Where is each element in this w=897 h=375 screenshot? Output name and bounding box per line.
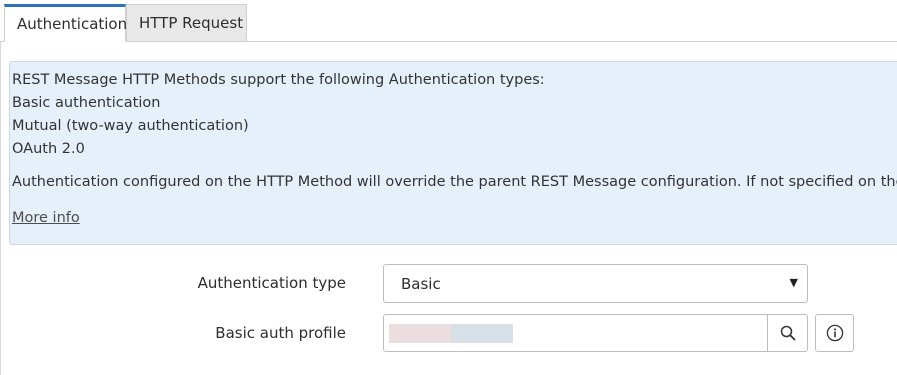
redacted-value <box>451 324 513 343</box>
info-line-intro: REST Message HTTP Methods support the fo… <box>12 72 545 88</box>
info-line-override: Authentication configured on the HTTP Me… <box>12 174 897 190</box>
lookup-button[interactable] <box>767 314 808 352</box>
tab-authentication[interactable]: Authentication <box>4 4 127 42</box>
redacted-value <box>389 324 451 343</box>
info-line-oauth: OAuth 2.0 <box>12 141 85 157</box>
basic-auth-profile-label: Basic auth profile <box>215 324 346 342</box>
auth-type-value: Basic <box>401 275 441 293</box>
preview-button[interactable] <box>815 314 854 352</box>
tab-http-request[interactable]: HTTP Request <box>126 4 247 42</box>
search-icon <box>780 325 795 341</box>
panel-border <box>0 42 1 375</box>
auth-type-label: Authentication type <box>197 274 346 292</box>
tab-divider <box>0 41 897 42</box>
more-info-link[interactable]: More info <box>12 210 80 226</box>
basic-auth-profile-input[interactable] <box>383 314 768 352</box>
info-icon <box>826 324 843 342</box>
caret-down-icon: ▼ <box>789 276 798 289</box>
info-line-mutual: Mutual (two-way authentication) <box>12 118 249 134</box>
auth-type-select[interactable]: Basic ▼ <box>383 264 808 303</box>
info-message: REST Message HTTP Methods support the fo… <box>9 61 897 245</box>
info-line-basic: Basic authentication <box>12 95 161 111</box>
tab-bar: Authentication HTTP Request <box>0 0 897 42</box>
